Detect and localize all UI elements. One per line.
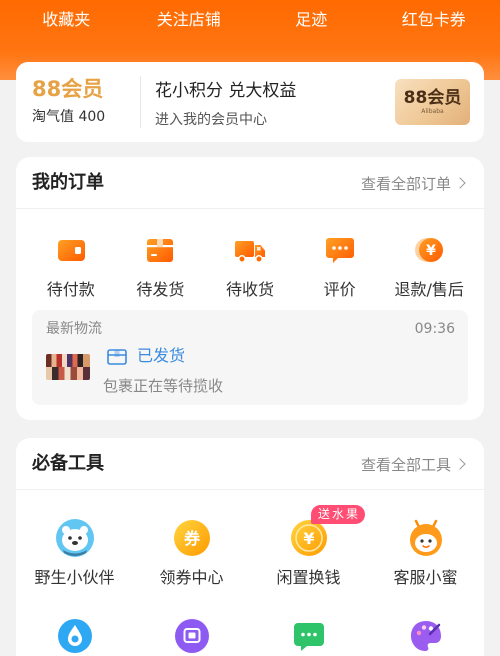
order-label: 评价: [323, 280, 356, 299]
tools-row-2: [16, 618, 484, 654]
member-headline: 花小积分 兑大权益: [155, 81, 297, 101]
nav-favorites[interactable]: 收藏夹: [5, 6, 128, 34]
member-card[interactable]: 88会员 淘气值 400 花小积分 兑大权益 进入我的会员中心 88会员 Ali…: [16, 62, 484, 142]
logistics-detail: 包裹正在等待揽收: [103, 377, 224, 395]
coin-icon: ¥: [290, 520, 327, 556]
orders-card: 我的订单 查看全部订单 待付款 待发货 待收货 评价 ¥ 退款/售后 最新物流 …: [16, 157, 484, 420]
palette-icon: [410, 621, 441, 651]
order-pending-payment[interactable]: 待付款: [26, 233, 116, 300]
view-all-orders-label: 查看全部订单: [360, 174, 451, 193]
polar-bear-icon: [55, 519, 94, 557]
logistics-status: 已发货: [137, 346, 186, 365]
member-score-value: 400: [78, 109, 106, 125]
tool-label: 客服小蜜: [393, 568, 458, 587]
latest-logistics-panel[interactable]: 最新物流 09:36 已发货 包裹正在等待揽收: [32, 310, 468, 405]
message-icon: [293, 623, 324, 651]
member-badge-text: 88会员: [403, 88, 462, 108]
logistics-time: 09:36: [414, 321, 455, 337]
svg-text:券: 券: [182, 529, 200, 548]
order-label: 待收货: [225, 280, 274, 299]
chevron-right-icon: [454, 177, 466, 189]
tool-label: 野生小伙伴: [34, 568, 115, 587]
tool-label: 闲置换钱: [276, 568, 341, 587]
package-icon: [147, 239, 174, 262]
tools-title: 必备工具: [32, 453, 104, 474]
order-label: 待发货: [136, 280, 185, 299]
nav-footprints[interactable]: 足迹: [250, 6, 373, 34]
product-thumbnail: [46, 354, 90, 380]
order-refund-aftersale[interactable]: ¥ 退款/售后: [384, 233, 474, 300]
view-all-tools-label: 查看全部工具: [360, 455, 451, 474]
tool-idle-exchange[interactable]: ¥ 闲置换钱 送水果: [250, 505, 367, 590]
order-label: 退款/售后: [394, 280, 464, 299]
logistics-label: 最新物流: [46, 321, 102, 337]
tool-customer-service[interactable]: 客服小蜜: [367, 518, 484, 590]
member-center-link[interactable]: 进入我的会员中心: [155, 111, 267, 129]
refund-icon: ¥: [415, 238, 444, 262]
tool-coupon-center[interactable]: 券 领券中心: [133, 518, 250, 590]
tool-label: 领券中心: [159, 568, 224, 587]
member-logo: 88会员: [32, 77, 104, 101]
view-all-tools-link[interactable]: 查看全部工具: [361, 454, 466, 474]
tool-item[interactable]: [133, 618, 250, 654]
top-nav: 收藏夹 关注店铺 足迹 红包卡券: [0, 6, 500, 34]
screen-icon: [174, 619, 209, 653]
truck-icon: [234, 241, 265, 263]
member-badge[interactable]: 88会员 Alibaba: [395, 79, 470, 125]
nav-followed-shops[interactable]: 关注店铺: [128, 6, 251, 34]
tool-item[interactable]: [16, 618, 133, 654]
orders-title: 我的订单: [32, 172, 104, 193]
tools-card: 必备工具 查看全部工具 野生小伙伴 券 领券中心 ¥ 闲置换钱 送水果 客服小蜜: [16, 438, 484, 656]
order-pending-receipt[interactable]: 待收货: [205, 233, 295, 300]
svg-text:¥: ¥: [303, 529, 314, 548]
promo-badge: 送水果: [311, 505, 366, 524]
water-drop-icon: [57, 619, 92, 653]
order-pending-shipment[interactable]: 待发货: [116, 233, 206, 300]
chevron-right-icon: [454, 458, 466, 470]
member-badge-subtext: Alibaba: [421, 108, 444, 115]
svg-text:¥: ¥: [426, 243, 436, 259]
nav-coupons[interactable]: 红包卡券: [373, 6, 496, 34]
tool-item[interactable]: [367, 618, 484, 654]
order-review[interactable]: 评价: [295, 233, 385, 300]
package-outline-icon: [107, 349, 127, 365]
tools-row: 野生小伙伴 券 领券中心 ¥ 闲置换钱 送水果 客服小蜜: [16, 505, 484, 590]
member-score: 淘气值 400: [32, 108, 105, 126]
member-score-label: 淘气值: [32, 109, 74, 125]
coupon-icon: 券: [173, 520, 210, 556]
assistant-icon: [409, 519, 442, 556]
comment-icon: [325, 238, 354, 263]
orders-divider: [16, 208, 484, 209]
tool-item[interactable]: [250, 618, 367, 654]
tool-wild-buddy[interactable]: 野生小伙伴: [16, 518, 133, 590]
order-status-row: 待付款 待发货 待收货 评价 ¥ 退款/售后: [26, 233, 474, 300]
tools-divider: [16, 489, 484, 490]
member-divider: [140, 76, 141, 128]
view-all-orders-link[interactable]: 查看全部订单: [361, 173, 466, 193]
wallet-icon: [57, 240, 85, 261]
order-label: 待付款: [46, 280, 95, 299]
